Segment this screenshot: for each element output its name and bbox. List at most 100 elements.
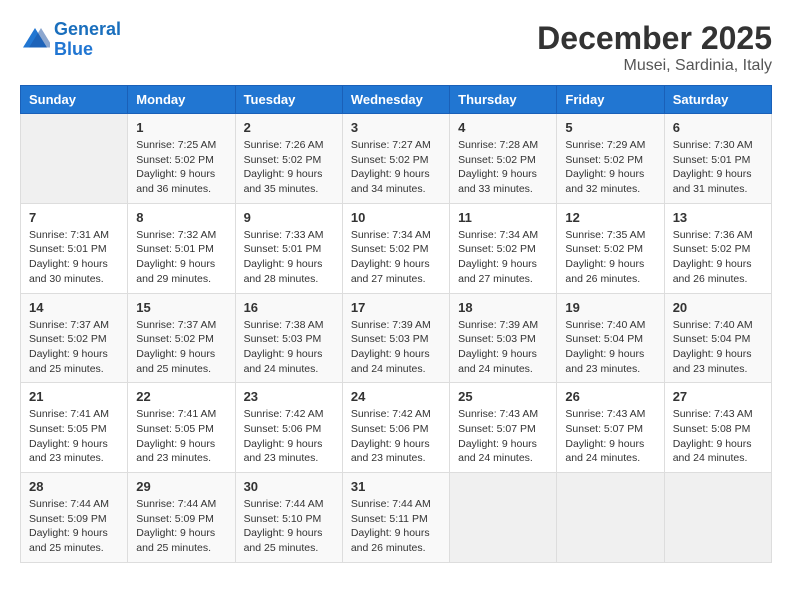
day-info: Sunrise: 7:43 AMSunset: 5:07 PMDaylight:… bbox=[565, 407, 655, 466]
logo-line2: Blue bbox=[54, 39, 93, 59]
day-info: Sunrise: 7:29 AMSunset: 5:02 PMDaylight:… bbox=[565, 138, 655, 197]
calendar-cell: 12 Sunrise: 7:35 AMSunset: 5:02 PMDayligh… bbox=[557, 203, 664, 293]
day-info: Sunrise: 7:37 AMSunset: 5:02 PMDaylight:… bbox=[136, 318, 226, 377]
day-number: 14 bbox=[29, 300, 119, 315]
day-info: Sunrise: 7:27 AMSunset: 5:02 PMDaylight:… bbox=[351, 138, 441, 197]
day-info: Sunrise: 7:44 AMSunset: 5:09 PMDaylight:… bbox=[29, 497, 119, 556]
day-info: Sunrise: 7:36 AMSunset: 5:02 PMDaylight:… bbox=[673, 228, 763, 287]
weekday-header-saturday: Saturday bbox=[664, 86, 771, 114]
calendar-cell: 15 Sunrise: 7:37 AMSunset: 5:02 PMDayligh… bbox=[128, 293, 235, 383]
day-number: 12 bbox=[565, 210, 655, 225]
day-number: 26 bbox=[565, 389, 655, 404]
calendar-cell: 3 Sunrise: 7:27 AMSunset: 5:02 PMDaylight… bbox=[342, 114, 449, 204]
day-number: 24 bbox=[351, 389, 441, 404]
weekday-header-monday: Monday bbox=[128, 86, 235, 114]
day-number: 19 bbox=[565, 300, 655, 315]
day-info: Sunrise: 7:39 AMSunset: 5:03 PMDaylight:… bbox=[351, 318, 441, 377]
day-info: Sunrise: 7:42 AMSunset: 5:06 PMDaylight:… bbox=[351, 407, 441, 466]
day-info: Sunrise: 7:40 AMSunset: 5:04 PMDaylight:… bbox=[565, 318, 655, 377]
day-number: 9 bbox=[244, 210, 334, 225]
calendar-cell: 5Sunrise: 7:29 AMSunset: 5:02 PMDaylight… bbox=[557, 114, 664, 204]
weekday-header-sunday: Sunday bbox=[21, 86, 128, 114]
day-number: 27 bbox=[673, 389, 763, 404]
calendar-cell bbox=[21, 114, 128, 204]
day-info: Sunrise: 7:30 AMSunset: 5:01 PMDaylight:… bbox=[673, 138, 763, 197]
day-number: 29 bbox=[136, 479, 226, 494]
logo-icon bbox=[20, 25, 50, 55]
day-info: Sunrise: 7:39 AMSunset: 5:03 PMDaylight:… bbox=[458, 318, 548, 377]
day-number: 20 bbox=[673, 300, 763, 315]
day-number: 15 bbox=[136, 300, 226, 315]
day-info: Sunrise: 7:31 AMSunset: 5:01 PMDaylight:… bbox=[29, 228, 119, 287]
logo-text: General Blue bbox=[54, 20, 121, 60]
day-info: Sunrise: 7:34 AMSunset: 5:02 PMDaylight:… bbox=[458, 228, 548, 287]
month-title: December 2025 bbox=[537, 20, 772, 57]
day-number: 7 bbox=[29, 210, 119, 225]
calendar-cell: 26 Sunrise: 7:43 AMSunset: 5:07 PMDayligh… bbox=[557, 383, 664, 473]
day-info: Sunrise: 7:37 AMSunset: 5:02 PMDaylight:… bbox=[29, 318, 119, 377]
weekday-header-tuesday: Tuesday bbox=[235, 86, 342, 114]
calendar-cell: 24 Sunrise: 7:42 AMSunset: 5:06 PMDayligh… bbox=[342, 383, 449, 473]
page-header: General Blue December 2025 Musei, Sardin… bbox=[20, 20, 772, 75]
day-number: 13 bbox=[673, 210, 763, 225]
logo: General Blue bbox=[20, 20, 121, 60]
day-number: 18 bbox=[458, 300, 548, 315]
calendar-table: SundayMondayTuesdayWednesdayThursdayFrid… bbox=[20, 85, 772, 563]
calendar-cell: 22 Sunrise: 7:41 AMSunset: 5:05 PMDayligh… bbox=[128, 383, 235, 473]
day-number: 4 bbox=[458, 120, 548, 135]
calendar-cell: 27Sunrise: 7:43 AMSunset: 5:08 PMDayligh… bbox=[664, 383, 771, 473]
calendar-cell: 7 Sunrise: 7:31 AMSunset: 5:01 PMDaylight… bbox=[21, 203, 128, 293]
weekday-header-wednesday: Wednesday bbox=[342, 86, 449, 114]
calendar-cell: 19 Sunrise: 7:40 AMSunset: 5:04 PMDayligh… bbox=[557, 293, 664, 383]
calendar-cell: 4Sunrise: 7:28 AMSunset: 5:02 PMDaylight… bbox=[450, 114, 557, 204]
day-info: Sunrise: 7:38 AMSunset: 5:03 PMDaylight:… bbox=[244, 318, 334, 377]
day-number: 30 bbox=[244, 479, 334, 494]
day-info: Sunrise: 7:44 AMSunset: 5:10 PMDaylight:… bbox=[244, 497, 334, 556]
calendar-cell: 11Sunrise: 7:34 AMSunset: 5:02 PMDayligh… bbox=[450, 203, 557, 293]
calendar-cell: 8Sunrise: 7:32 AMSunset: 5:01 PMDaylight… bbox=[128, 203, 235, 293]
calendar-cell: 25Sunrise: 7:43 AMSunset: 5:07 PMDayligh… bbox=[450, 383, 557, 473]
calendar-cell: 6 Sunrise: 7:30 AMSunset: 5:01 PMDaylight… bbox=[664, 114, 771, 204]
calendar-cell: 17 Sunrise: 7:39 AMSunset: 5:03 PMDayligh… bbox=[342, 293, 449, 383]
calendar-cell bbox=[664, 473, 771, 563]
calendar-cell: 31Sunrise: 7:44 AMSunset: 5:11 PMDayligh… bbox=[342, 473, 449, 563]
calendar-cell: 29 Sunrise: 7:44 AMSunset: 5:09 PMDayligh… bbox=[128, 473, 235, 563]
title-block: December 2025 Musei, Sardinia, Italy bbox=[537, 20, 772, 75]
day-info: Sunrise: 7:40 AMSunset: 5:04 PMDaylight:… bbox=[673, 318, 763, 377]
day-info: Sunrise: 7:44 AMSunset: 5:09 PMDaylight:… bbox=[136, 497, 226, 556]
calendar-cell: 2 Sunrise: 7:26 AMSunset: 5:02 PMDaylight… bbox=[235, 114, 342, 204]
calendar-cell: 30 Sunrise: 7:44 AMSunset: 5:10 PMDayligh… bbox=[235, 473, 342, 563]
weekday-header-friday: Friday bbox=[557, 86, 664, 114]
location: Musei, Sardinia, Italy bbox=[537, 57, 772, 75]
day-info: Sunrise: 7:43 AMSunset: 5:07 PMDaylight:… bbox=[458, 407, 548, 466]
day-number: 31 bbox=[351, 479, 441, 494]
calendar-cell: 23 Sunrise: 7:42 AMSunset: 5:06 PMDayligh… bbox=[235, 383, 342, 473]
day-info: Sunrise: 7:35 AMSunset: 5:02 PMDaylight:… bbox=[565, 228, 655, 287]
weekday-header-thursday: Thursday bbox=[450, 86, 557, 114]
logo-line1: General bbox=[54, 19, 121, 39]
calendar-cell bbox=[557, 473, 664, 563]
calendar-cell: 21 Sunrise: 7:41 AMSunset: 5:05 PMDayligh… bbox=[21, 383, 128, 473]
day-number: 22 bbox=[136, 389, 226, 404]
day-number: 3 bbox=[351, 120, 441, 135]
day-number: 2 bbox=[244, 120, 334, 135]
day-number: 28 bbox=[29, 479, 119, 494]
calendar-cell bbox=[450, 473, 557, 563]
day-info: Sunrise: 7:26 AMSunset: 5:02 PMDaylight:… bbox=[244, 138, 334, 197]
day-info: Sunrise: 7:25 AMSunset: 5:02 PMDaylight:… bbox=[136, 138, 226, 197]
calendar-cell: 10 Sunrise: 7:34 AMSunset: 5:02 PMDayligh… bbox=[342, 203, 449, 293]
calendar-cell: 9Sunrise: 7:33 AMSunset: 5:01 PMDaylight… bbox=[235, 203, 342, 293]
day-number: 10 bbox=[351, 210, 441, 225]
day-info: Sunrise: 7:42 AMSunset: 5:06 PMDaylight:… bbox=[244, 407, 334, 466]
day-info: Sunrise: 7:41 AMSunset: 5:05 PMDaylight:… bbox=[136, 407, 226, 466]
day-number: 6 bbox=[673, 120, 763, 135]
day-number: 16 bbox=[244, 300, 334, 315]
day-info: Sunrise: 7:34 AMSunset: 5:02 PMDaylight:… bbox=[351, 228, 441, 287]
day-number: 17 bbox=[351, 300, 441, 315]
calendar-cell: 13 Sunrise: 7:36 AMSunset: 5:02 PMDayligh… bbox=[664, 203, 771, 293]
calendar-cell: 20 Sunrise: 7:40 AMSunset: 5:04 PMDayligh… bbox=[664, 293, 771, 383]
calendar-cell: 1Sunrise: 7:25 AMSunset: 5:02 PMDaylight… bbox=[128, 114, 235, 204]
day-number: 23 bbox=[244, 389, 334, 404]
day-number: 21 bbox=[29, 389, 119, 404]
day-info: Sunrise: 7:41 AMSunset: 5:05 PMDaylight:… bbox=[29, 407, 119, 466]
